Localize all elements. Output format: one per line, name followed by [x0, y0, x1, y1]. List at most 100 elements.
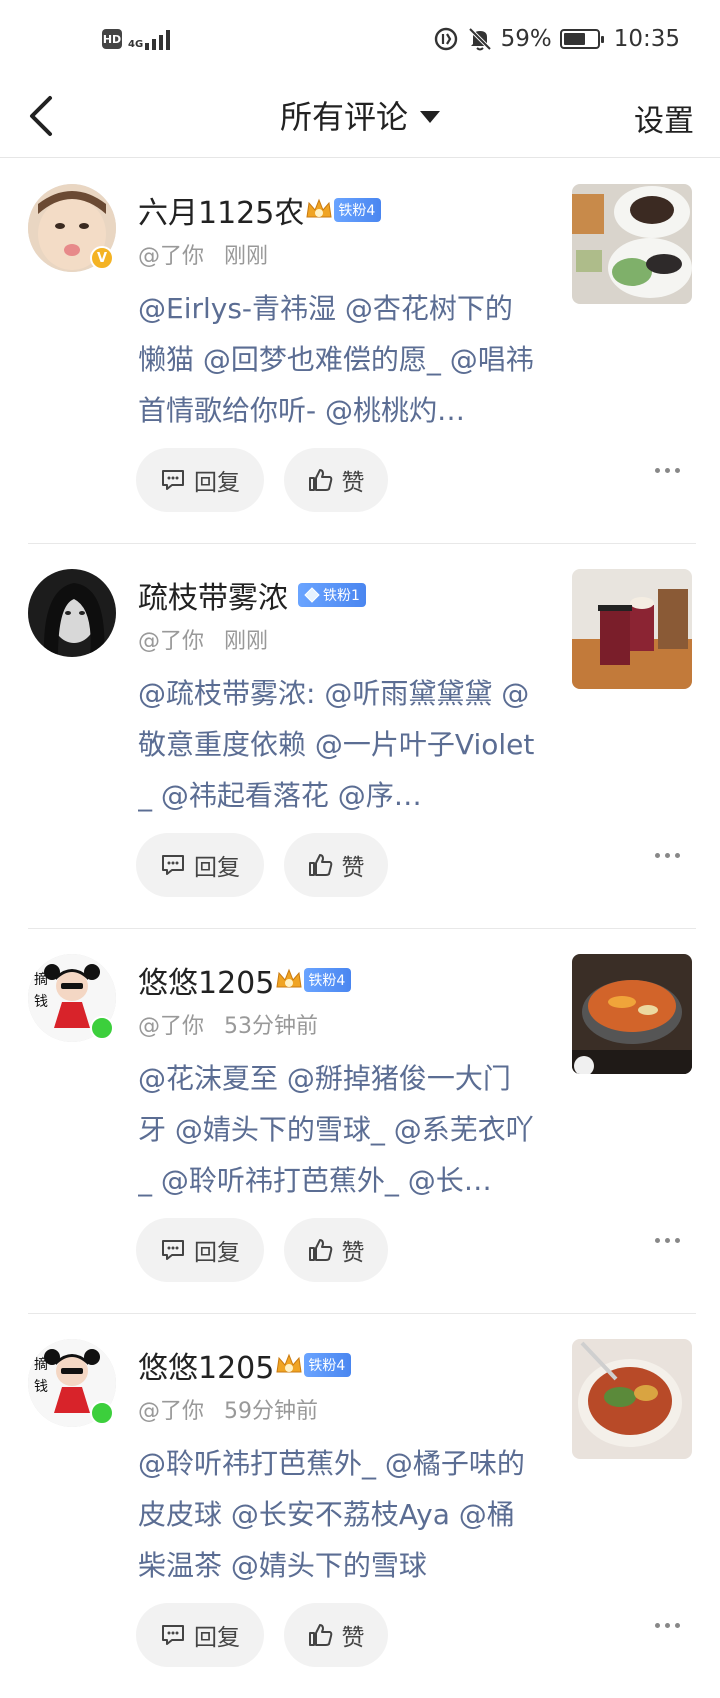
like-label: 赞 — [341, 855, 365, 881]
reply-label: 回复 — [194, 1240, 240, 1266]
like-button[interactable]: 赞 — [284, 833, 388, 897]
user-name-row: 疏枝带雾浓 铁粉1 — [138, 573, 366, 617]
crown-icon — [306, 198, 332, 218]
more-options-icon[interactable] — [655, 853, 680, 858]
comment-card[interactable]: 摘 钱 悠悠1205 铁粉4 @了你 53分钟前 @花沫夏至 @掰掉猪俊一大门牙… — [0, 928, 720, 1313]
verified-badge-icon: V — [90, 246, 114, 270]
user-name[interactable]: 悠悠1205 — [138, 958, 274, 1002]
timestamp: 53分钟前 — [224, 1014, 319, 1039]
diamond-icon — [304, 587, 320, 603]
meta-row: @了你 53分钟前 — [138, 1008, 318, 1040]
data-saver-icon — [434, 27, 457, 51]
comment-filter-dropdown[interactable]: 所有评论 — [0, 92, 720, 138]
svg-text:钱: 钱 — [34, 1379, 48, 1395]
settings-button[interactable]: 设置 — [634, 96, 694, 140]
like-button[interactable]: 赞 — [284, 1603, 388, 1667]
like-label: 赞 — [341, 470, 365, 496]
user-name[interactable]: 疏枝带雾浓 — [138, 573, 288, 617]
fan-level-label: 铁粉1 — [323, 588, 360, 604]
network-indicators: HD 4G — [102, 28, 175, 50]
post-thumbnail[interactable] — [572, 954, 692, 1074]
signal-bars-icon — [145, 30, 171, 50]
meta-row: @了你 59分钟前 — [138, 1393, 318, 1425]
fan-level-label-wrap: 铁粉1 — [298, 583, 366, 607]
user-name[interactable]: 悠悠1205 — [138, 1343, 274, 1387]
fan-level-badge: 铁粉4 — [306, 197, 382, 223]
user-name-row: 悠悠1205 铁粉4 — [138, 958, 352, 1002]
reply-label: 回复 — [194, 470, 240, 496]
comment-actions: 回复 赞 — [136, 448, 388, 512]
like-label: 赞 — [341, 1240, 365, 1266]
thumbs-up-icon — [308, 1239, 332, 1261]
comment-text[interactable]: @疏枝带雾浓: @听雨黛黛黛 @敬意重度依赖 @一片叶子Violet_ @祎起看… — [138, 668, 538, 821]
status-bar: HD 4G 59% 10:35 — [0, 0, 720, 80]
nav-bar: 所有评论 设置 — [0, 80, 720, 158]
comment-actions: 回复 赞 — [136, 1603, 388, 1667]
reply-label: 回复 — [194, 855, 240, 881]
page-title: 所有评论 — [279, 98, 408, 136]
user-name-row: 悠悠1205 铁粉4 — [138, 1343, 352, 1387]
reply-bubble-icon — [162, 470, 184, 490]
online-status-icon — [90, 1016, 114, 1040]
comment-text[interactable]: @Eirlys-青祎湿 @杏花树下的懒猫 @回梦也难偿的愿_ @唱祎首情歌给你听… — [138, 283, 538, 436]
clock: 10:35 — [613, 26, 680, 52]
fan-level-label: 铁粉4 — [334, 198, 382, 222]
like-label: 赞 — [341, 1625, 365, 1651]
thumbs-up-icon — [308, 1624, 332, 1646]
comment-card[interactable]: 疏枝带雾浓 铁粉1 @了你 刚刚 @疏枝带雾浓: @听雨黛黛黛 @敬意重度依赖 … — [0, 543, 720, 928]
comment-text[interactable]: @花沫夏至 @掰掉猪俊一大门牙 @婧头下的雪球_ @系芜衣吖_ @聆听祎打芭蕉外… — [138, 1053, 538, 1206]
reply-bubble-icon — [162, 1625, 184, 1645]
post-thumbnail[interactable] — [572, 1339, 692, 1459]
food-plates-image — [572, 184, 692, 304]
dark-hair-avatar-image — [28, 569, 116, 657]
noodle-bowl-image — [572, 1339, 692, 1459]
reply-button[interactable]: 回复 — [136, 1603, 264, 1667]
thumbs-up-icon — [308, 854, 332, 876]
reply-button[interactable]: 回复 — [136, 833, 264, 897]
reply-bubble-icon — [162, 855, 184, 875]
post-thumbnail[interactable] — [572, 184, 692, 304]
like-button[interactable]: 赞 — [284, 448, 388, 512]
caret-down-icon — [420, 111, 440, 123]
mention-label: @了你 — [138, 629, 205, 654]
user-name[interactable]: 六月1125农 — [138, 188, 304, 232]
reply-bubble-icon — [162, 1240, 184, 1260]
svg-text:钱: 钱 — [34, 994, 48, 1010]
crown-icon — [276, 1353, 302, 1373]
system-indicators: 59% 10:35 — [433, 26, 680, 52]
svg-text:摘: 摘 — [34, 971, 48, 988]
meta-row: @了你 刚刚 — [138, 238, 268, 270]
like-button[interactable]: 赞 — [284, 1218, 388, 1282]
more-options-icon[interactable] — [655, 468, 680, 473]
network-type: 4G — [128, 39, 144, 50]
crown-icon — [276, 968, 302, 988]
comment-text[interactable]: @聆听祎打芭蕉外_ @橘子味的皮皮球 @长安不荔枝Aya @桶柴温茶 @婧头下的… — [138, 1438, 538, 1591]
timestamp: 刚刚 — [224, 629, 269, 654]
post-thumbnail[interactable] — [572, 569, 692, 689]
comment-card[interactable]: 摘 钱 悠悠1205 铁粉4 @了你 59分钟前 @聆听祎打芭蕉外_ @橘子味的… — [0, 1313, 720, 1698]
battery-percent: 59% — [500, 26, 552, 52]
reply-label: 回复 — [194, 1625, 240, 1651]
online-status-icon — [90, 1401, 114, 1425]
thumbs-up-icon — [308, 469, 332, 491]
timestamp: 刚刚 — [224, 244, 269, 269]
reply-button[interactable]: 回复 — [136, 448, 264, 512]
meta-row: @了你 刚刚 — [138, 623, 268, 655]
fan-level-badge: 铁粉1 — [298, 583, 366, 607]
comment-feed: V 六月1125农 铁粉4 @了你 刚刚 @Eirlys-青祎湿 @杏花树下的懒… — [0, 158, 720, 1698]
more-options-icon[interactable] — [655, 1238, 680, 1243]
avatar[interactable] — [28, 569, 116, 657]
battery-fill — [563, 33, 585, 45]
mute-bell-icon — [468, 27, 491, 51]
hotpot-image — [572, 954, 692, 1074]
fan-level-badge: 铁粉4 — [276, 1352, 352, 1378]
mention-label: @了你 — [138, 1399, 205, 1424]
battery-icon — [559, 29, 604, 49]
reply-button[interactable]: 回复 — [136, 1218, 264, 1282]
fan-level-label: 铁粉4 — [304, 1353, 352, 1377]
hd-icon: HD — [102, 29, 122, 49]
more-options-icon[interactable] — [655, 1623, 680, 1628]
svg-text:摘: 摘 — [34, 1356, 48, 1373]
user-name-row: 六月1125农 铁粉4 — [138, 188, 382, 232]
comment-card[interactable]: V 六月1125农 铁粉4 @了你 刚刚 @Eirlys-青祎湿 @杏花树下的懒… — [0, 158, 720, 543]
